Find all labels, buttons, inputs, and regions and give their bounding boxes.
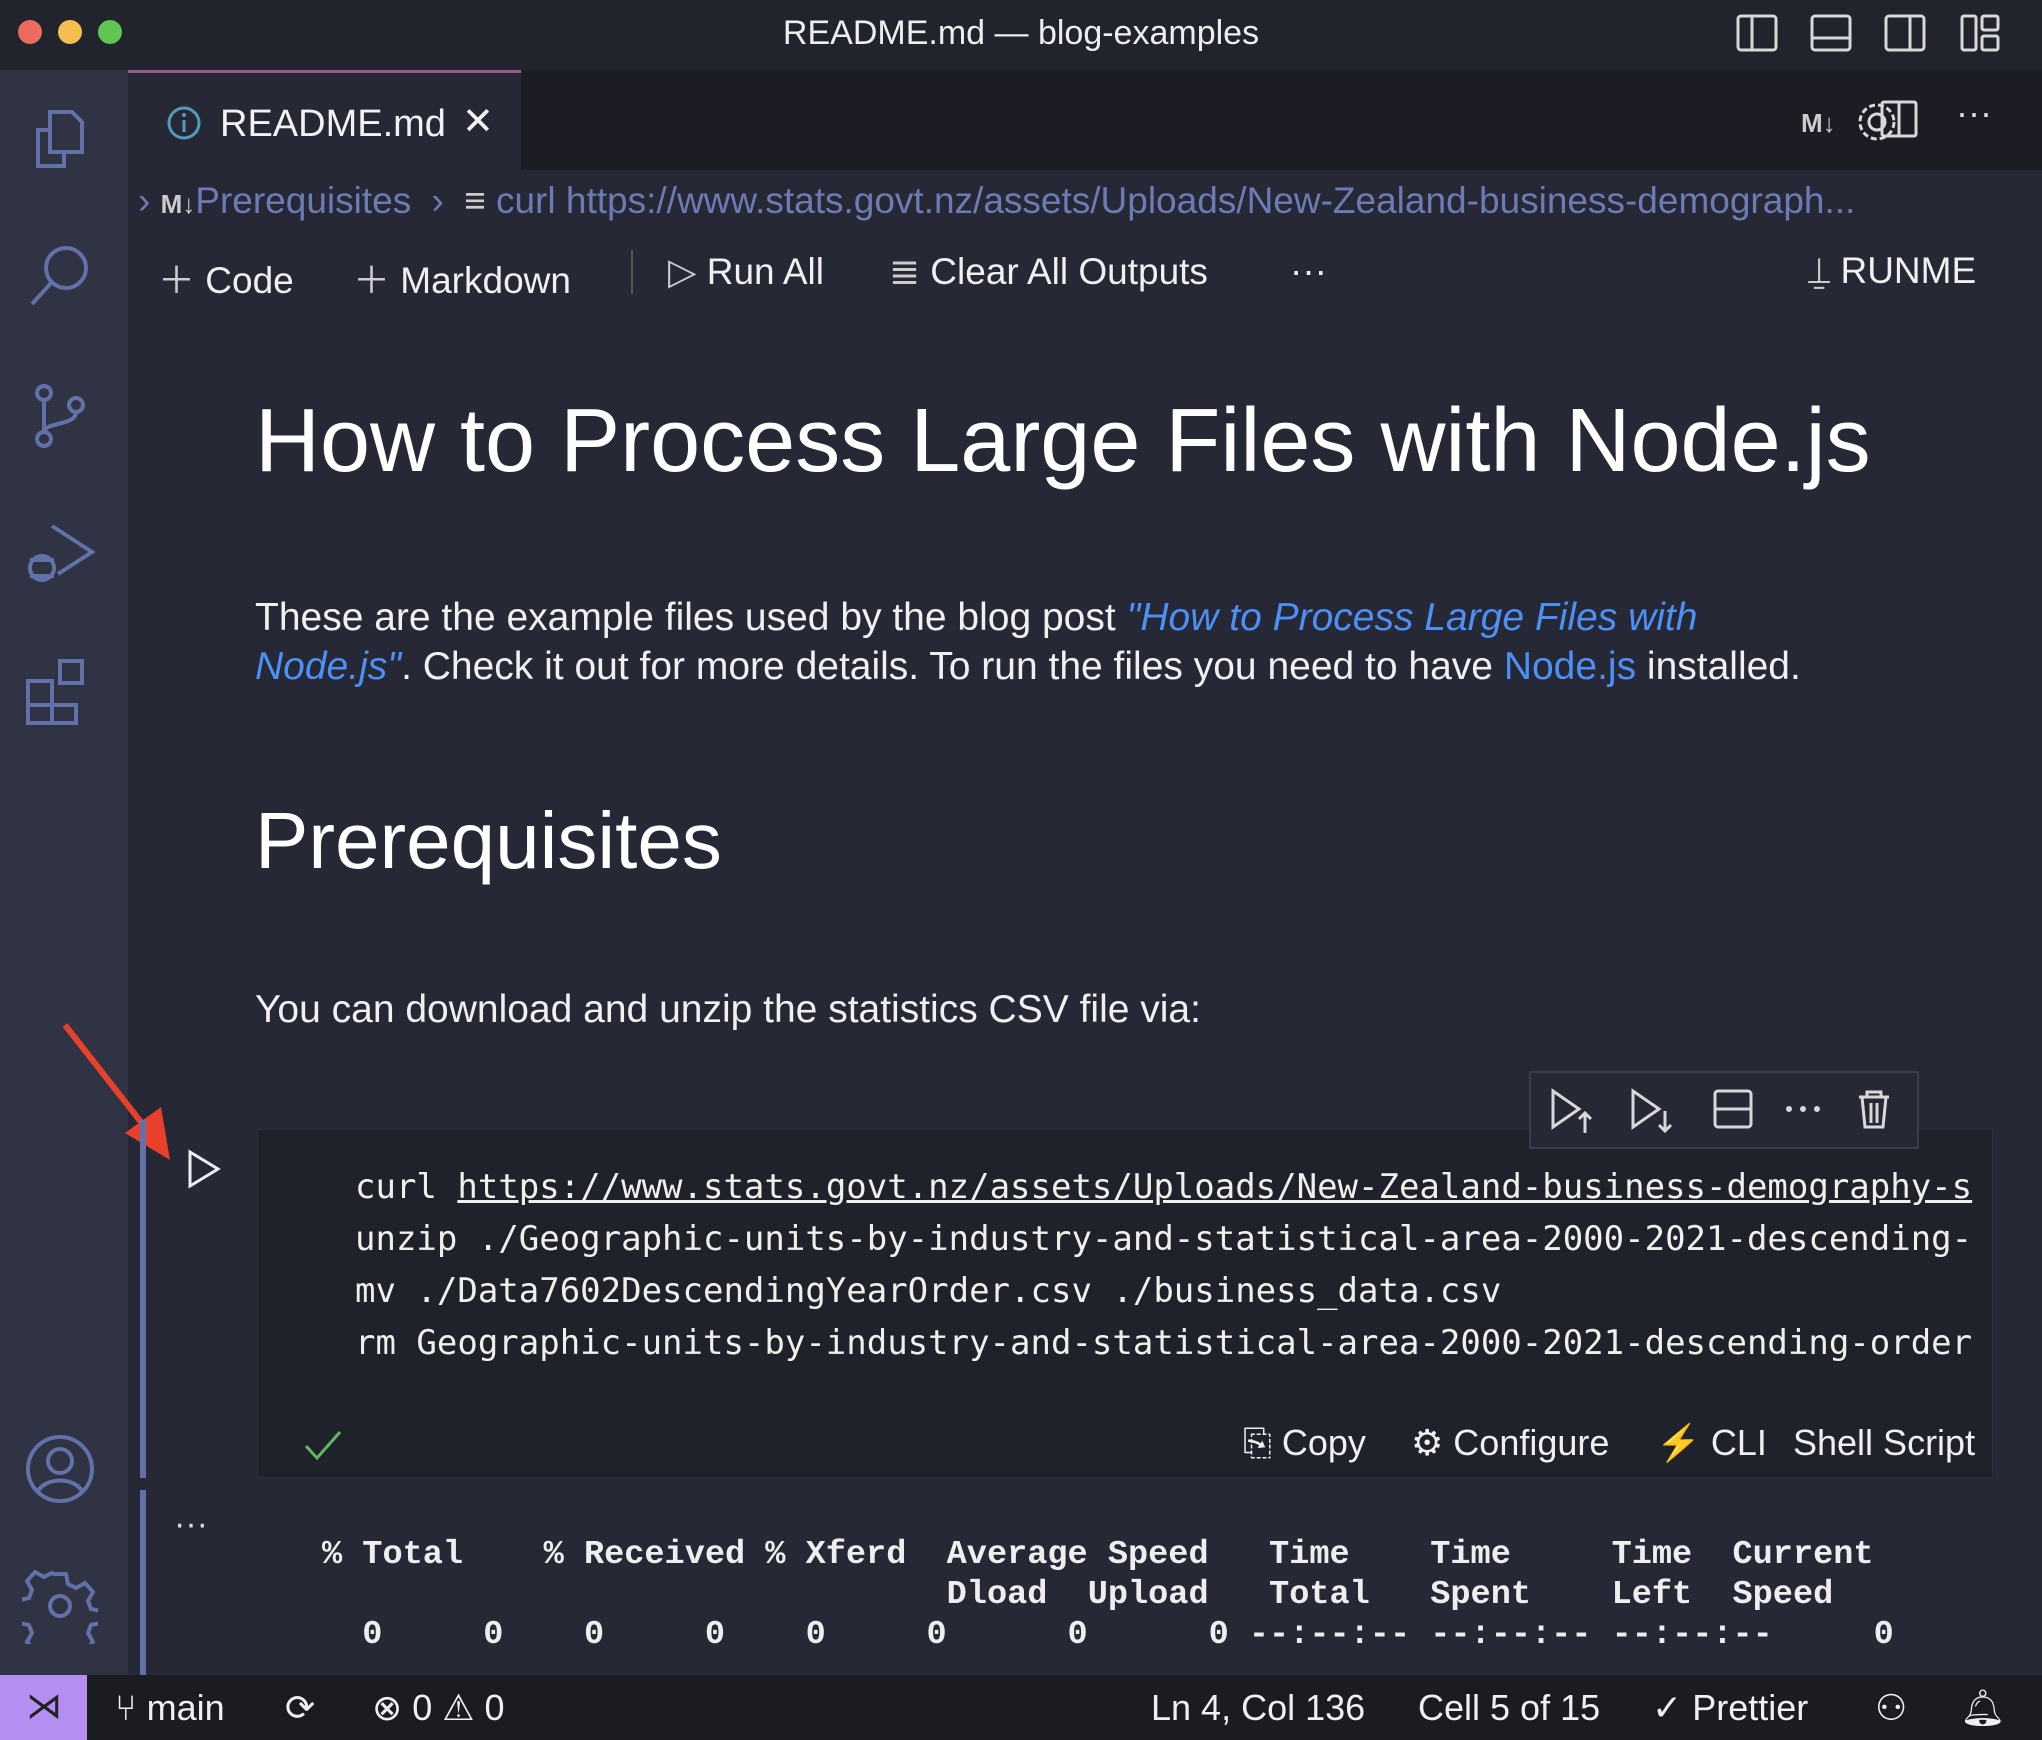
plus-icon: ＋ (158, 260, 195, 301)
explorer-icon[interactable] (22, 100, 98, 176)
git-branch-icon: ⑂ (115, 1687, 137, 1728)
language-selector[interactable]: Shell Script (1793, 1422, 1975, 1464)
configure-button[interactable]: ⚙ Configure (1411, 1422, 1609, 1464)
runme-icon: ⍊ (1808, 250, 1831, 291)
title-bar: README.md — blog-examples (0, 0, 2042, 70)
settings-gear-icon[interactable] (22, 1568, 98, 1644)
cell-indicator[interactable]: Cell 5 of 15 (1418, 1687, 1600, 1729)
annotation-arrow-icon (62, 1023, 170, 1160)
section-heading: Prerequisites (255, 796, 722, 885)
execute-below-icon[interactable] (1631, 1088, 1673, 1134)
breadcrumb-item[interactable]: Prerequisites (195, 180, 411, 221)
prereq-paragraph: You can download and unzip the statistic… (255, 988, 1201, 1031)
warning-icon: ⚠ (442, 1687, 475, 1728)
clear-outputs-button[interactable]: ≣ Clear All Outputs (889, 250, 1208, 293)
markdown-icon: M↓ (160, 189, 196, 219)
breadcrumb-item[interactable]: curl https://www.stats.govt.nz/assets/Up… (496, 180, 1855, 221)
remote-button[interactable]: ⋊ (0, 1675, 87, 1740)
blog-post-link-cont[interactable]: Node.js" (255, 645, 401, 688)
chevron-right-icon: › (431, 180, 444, 221)
run-cell-button[interactable] (186, 1148, 222, 1190)
formatter-indicator[interactable]: ✓ Prettier (1652, 1687, 1808, 1729)
cli-icon: ⚡ (1656, 1422, 1701, 1463)
feedback-icon[interactable]: ⚇ (1875, 1687, 1907, 1729)
close-tab-icon[interactable]: ✕ (462, 99, 494, 144)
code-cell[interactable]: curl https://www.stats.govt.nz/assets/Up… (257, 1129, 1993, 1478)
code-line: rm Geographic-units-by-industry-and-stat… (355, 1323, 1973, 1363)
copy-button[interactable]: ⎘ Copy (1243, 1422, 1366, 1465)
breadcrumb: › M↓Prerequisites › ≡ curl https://www.s… (138, 180, 1855, 222)
intro-paragraph: These are the example files used by the … (255, 596, 1698, 639)
sync-icon[interactable]: ⟳ (285, 1687, 315, 1729)
layout-controls[interactable] (1736, 12, 2016, 54)
activity-bar (0, 70, 128, 1675)
source-control-icon[interactable] (22, 377, 98, 453)
intro-paragraph-line2: Node.js". Check it out for more details.… (255, 645, 1801, 688)
chevron-right-icon: › (138, 180, 151, 221)
clear-all-icon: ≣ (889, 251, 921, 292)
error-icon: ⊗ (372, 1687, 403, 1728)
bell-icon[interactable]: 🔔︎ (1960, 1687, 2006, 1729)
cursor-position[interactable]: Ln 4, Col 136 (1151, 1687, 1365, 1729)
split-editor-icon[interactable] (1880, 100, 1920, 140)
page-title: How to Process Large Files with Node.js (255, 391, 1871, 491)
account-icon[interactable] (22, 1431, 98, 1507)
cell-toolbar (1529, 1071, 1919, 1149)
run-all-button[interactable]: ▷ Run All (668, 250, 824, 293)
info-icon (167, 106, 201, 140)
output-focus-indicator (140, 1490, 146, 1675)
status-bar: ⋊ ⑂ main ⟳ ⊗ 0 ⚠ 0 Ln 4, Col 136 Cell 5 … (0, 1675, 2042, 1740)
runme-button[interactable]: ⍊ RUNME (1808, 250, 1976, 293)
markdown-preview-button[interactable]: M↓ (1801, 108, 1836, 139)
toolbar-more-button[interactable]: ··· (1290, 250, 1327, 292)
code-line: curl https://www.stats.govt.nz/assets/Up… (355, 1167, 1973, 1207)
run-debug-icon[interactable] (22, 516, 98, 592)
output-more-button[interactable]: ··· (174, 1505, 208, 1544)
more-actions-icon[interactable]: ··· (1956, 92, 1992, 134)
remote-icon: ⋊ (26, 1685, 62, 1726)
code-line: mv ./Data7602DescendingYearOrder.csv ./b… (355, 1271, 1502, 1311)
blog-post-link[interactable]: "How to Process Large Files with (1127, 596, 1698, 639)
plus-icon: ＋ (353, 260, 390, 301)
check-all-icon: ✓ (1652, 1687, 1683, 1728)
symbol-icon: ≡ (464, 180, 486, 221)
more-icon[interactable] (1786, 1106, 1820, 1112)
delete-cell-icon[interactable] (1859, 1090, 1889, 1129)
split-cell-icon[interactable] (1713, 1089, 1753, 1129)
extensions-icon[interactable] (22, 653, 98, 729)
cell-focus-indicator (140, 1120, 146, 1478)
toolbar-divider (631, 250, 633, 294)
search-icon[interactable] (22, 236, 98, 312)
url-link[interactable]: https://www.stats.govt.nz/assets/Uploads… (457, 1167, 1972, 1207)
code-line: unzip ./Geographic-units-by-industry-and… (355, 1219, 1973, 1259)
run-all-icon: ▷ (668, 251, 697, 292)
success-check-icon (304, 1431, 342, 1461)
tab-label: README.md (220, 103, 446, 145)
add-code-cell-button[interactable]: ＋ Code (158, 250, 294, 304)
branch-indicator[interactable]: ⑂ main (115, 1687, 225, 1729)
execute-above-icon[interactable] (1551, 1088, 1593, 1133)
tab-readme[interactable]: README.md ✕ (128, 70, 521, 170)
copy-icon: ⎘ (1243, 1422, 1272, 1463)
cli-button[interactable]: ⚡ CLI (1656, 1422, 1767, 1464)
problems-indicator[interactable]: ⊗ 0 ⚠ 0 (372, 1687, 505, 1729)
add-markdown-cell-button[interactable]: ＋ Markdown (353, 250, 571, 304)
gear-icon: ⚙ (1411, 1422, 1444, 1463)
cell-output: % Total % Received % Xferd Average Speed… (322, 1536, 1894, 1654)
nodejs-link[interactable]: Node.js (1504, 645, 1636, 688)
